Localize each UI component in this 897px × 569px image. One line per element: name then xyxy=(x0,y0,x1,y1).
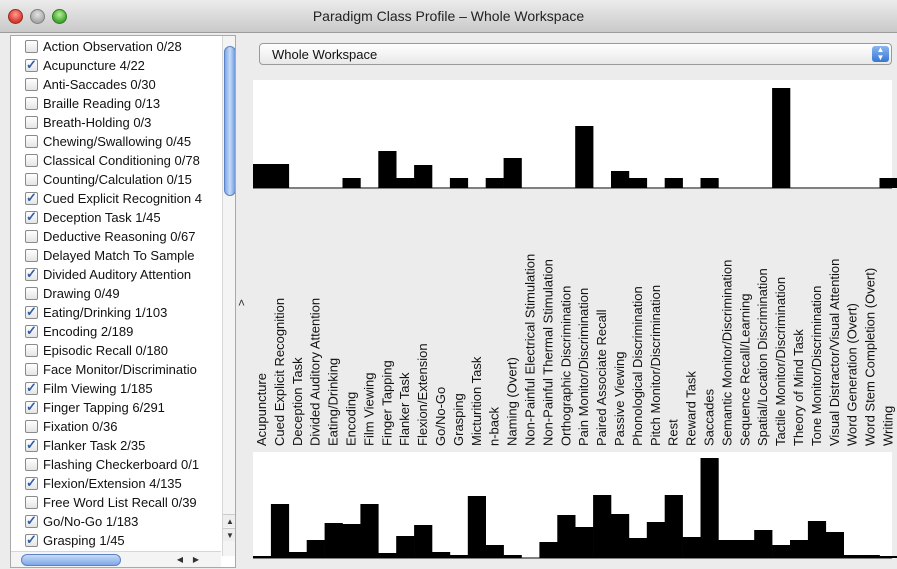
category-label: Finger Tapping xyxy=(379,360,394,446)
bottom-bar xyxy=(807,521,827,558)
bottom-bar xyxy=(306,540,325,558)
category-label: Flexion/Extension xyxy=(415,343,430,446)
bottom-bar xyxy=(611,514,630,558)
bottom-bar xyxy=(539,542,558,558)
bottom-bar xyxy=(253,556,272,558)
category-label: Reward Task xyxy=(684,371,699,446)
category-label: Pain Monitor/Discrimination xyxy=(576,288,591,446)
top-bar xyxy=(772,88,791,188)
bottom-bar xyxy=(790,540,809,558)
category-label: Spatial/Location Discrimination xyxy=(755,268,770,446)
top-bar xyxy=(485,178,504,188)
category-label: Flanker Task xyxy=(397,372,412,446)
category-label: Cued Explicit Recognition xyxy=(272,298,287,446)
category-label: Writing xyxy=(880,406,895,446)
bottom-bar xyxy=(503,555,522,558)
bottom-bar xyxy=(270,504,290,558)
category-label: Naming (Overt) xyxy=(505,357,520,446)
category-label: n-back xyxy=(487,406,502,446)
category-label: Phonological Discrimination xyxy=(630,286,645,446)
bottom-bar xyxy=(718,540,737,558)
category-label: Acupuncture xyxy=(254,373,269,446)
bottom-bar xyxy=(700,458,719,558)
category-label: Visual Distractor/Visual Attention xyxy=(827,259,842,446)
category-label: Word Stem Completion (Overt) xyxy=(863,268,878,446)
category-label: Encoding xyxy=(343,392,358,446)
top-plot-area xyxy=(253,80,892,189)
category-label: Grasping xyxy=(451,393,466,446)
category-label: Eating/Drinking xyxy=(326,358,341,446)
category-label: Micturition Task xyxy=(469,356,484,446)
top-bar xyxy=(700,178,719,188)
category-label: Semantic Monitor/Discrimination xyxy=(719,260,734,446)
category-label: Film Viewing xyxy=(361,373,376,446)
category-label: Word Generation (Overt) xyxy=(845,303,860,446)
bottom-bar xyxy=(575,527,594,558)
bottom-bar xyxy=(432,552,451,558)
top-bar xyxy=(503,158,522,188)
category-label: Paired Associate Recall xyxy=(594,309,609,446)
bottom-bar xyxy=(772,545,791,558)
category-label: Passive Viewing xyxy=(612,352,627,446)
category-label: Divided Auditory Attention xyxy=(308,298,323,446)
bottom-bar xyxy=(682,537,701,558)
category-label: Deception Task xyxy=(290,357,305,446)
bottom-bar xyxy=(843,555,862,558)
category-label: Non-Painful Electrical Stimulation xyxy=(522,254,537,446)
category-label: Orthographic Discrimination xyxy=(558,286,573,446)
top-bar xyxy=(253,164,272,188)
bottom-bar xyxy=(360,504,379,558)
top-bar xyxy=(378,151,397,188)
bottom-bar xyxy=(342,524,361,558)
category-label: Tone Monitor/Discrimination xyxy=(809,286,824,446)
bottom-bar xyxy=(628,538,648,558)
paradigm-profile-charts: Acupuncture Cued Explicit Recognition Dece… xyxy=(253,80,897,559)
category-label: Go/No-Go xyxy=(433,387,448,446)
bottom-bar xyxy=(754,530,773,558)
top-bar xyxy=(396,178,415,188)
bottom-bar xyxy=(467,496,486,558)
top-bar xyxy=(414,165,433,188)
category-label: Saccades xyxy=(701,388,716,446)
top-bar xyxy=(664,178,683,188)
top-bar xyxy=(879,178,897,188)
app-window: Paradigm Class Profile – Whole Workspace… xyxy=(0,0,897,569)
top-bar xyxy=(342,178,361,188)
bottom-bar xyxy=(664,495,683,558)
top-bar xyxy=(575,126,594,188)
bottom-bar xyxy=(593,495,612,558)
category-label: Non-Painful Thermal Stimulation xyxy=(540,259,555,446)
top-bar xyxy=(628,178,648,188)
bottom-bar xyxy=(825,532,844,558)
bottom-bar xyxy=(324,523,343,558)
bottom-bar xyxy=(879,556,897,558)
category-label: Tactile Monitor/Discrimination xyxy=(773,277,788,446)
top-bar xyxy=(611,171,630,188)
bottom-bar xyxy=(378,553,397,558)
bottom-bar xyxy=(736,540,755,558)
bottom-bar xyxy=(861,555,880,558)
category-label: Sequence Recall/Learning xyxy=(737,294,752,447)
bottom-bar xyxy=(646,522,665,558)
category-label: Theory of Mind Task xyxy=(791,329,806,446)
bottom-bar xyxy=(414,525,433,558)
bottom-bar xyxy=(485,545,504,558)
top-bar xyxy=(449,178,469,188)
category-label: Rest xyxy=(666,419,681,446)
bottom-bar xyxy=(288,552,307,558)
bottom-bar xyxy=(557,515,576,558)
bottom-bar xyxy=(396,536,415,558)
category-label: Pitch Monitor/Discrimination xyxy=(648,285,663,446)
top-bar xyxy=(270,164,290,188)
bottom-bar xyxy=(449,555,469,558)
